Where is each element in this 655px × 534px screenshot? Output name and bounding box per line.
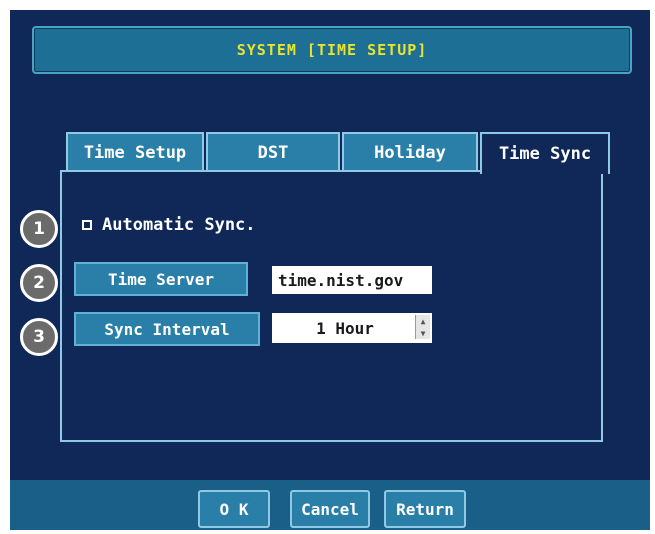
window-title-bar: SYSTEM [TIME SETUP]	[32, 26, 632, 74]
callout-2-label: 2	[33, 273, 45, 293]
cancel-button[interactable]: Cancel	[290, 490, 370, 528]
window-title: SYSTEM [TIME SETUP]	[236, 41, 428, 59]
sync-interval-value: 1 Hour	[316, 318, 374, 338]
return-button-label: Return	[396, 499, 454, 519]
cancel-button-label: Cancel	[301, 499, 359, 519]
tab-holiday[interactable]: Holiday	[342, 132, 478, 172]
tab-time-sync-label: Time Sync	[498, 144, 592, 164]
callout-1-label: 1	[33, 219, 45, 239]
tab-holiday-label: Holiday	[374, 143, 446, 163]
tab-dst-label: DST	[257, 143, 289, 163]
return-button[interactable]: Return	[384, 490, 466, 528]
callout-1: 1	[20, 210, 58, 248]
callout-2: 2	[20, 264, 58, 302]
automatic-sync-label: Automatic Sync.	[102, 215, 256, 235]
ok-button[interactable]: O K	[198, 490, 270, 528]
ok-button-label: O K	[219, 499, 249, 519]
sync-interval-select[interactable]: 1 Hour ▲ ▼	[272, 313, 432, 343]
time-server-label: Time Server	[74, 262, 248, 296]
automatic-sync-checkbox[interactable]	[82, 220, 92, 230]
callout-3-label: 3	[33, 327, 45, 347]
callout-3: 3	[20, 318, 58, 356]
sync-interval-label: Sync Interval	[74, 312, 260, 346]
time-server-input[interactable]: time.nist.gov	[272, 266, 432, 294]
time-sync-panel	[60, 170, 603, 442]
tab-time-sync[interactable]: Time Sync	[480, 132, 610, 174]
tab-time-setup-label: Time Setup	[83, 143, 187, 163]
time-server-label-text: Time Server	[108, 269, 214, 289]
sync-interval-spinner[interactable]: ▲ ▼	[415, 315, 430, 339]
tab-dst[interactable]: DST	[206, 132, 340, 172]
time-server-value: time.nist.gov	[278, 270, 404, 290]
sync-interval-label-text: Sync Interval	[104, 319, 230, 339]
spin-down-icon[interactable]: ▼	[416, 327, 430, 339]
spin-up-icon[interactable]: ▲	[416, 315, 430, 327]
automatic-sync-row[interactable]: Automatic Sync.	[82, 214, 256, 236]
tab-time-setup[interactable]: Time Setup	[66, 132, 204, 172]
